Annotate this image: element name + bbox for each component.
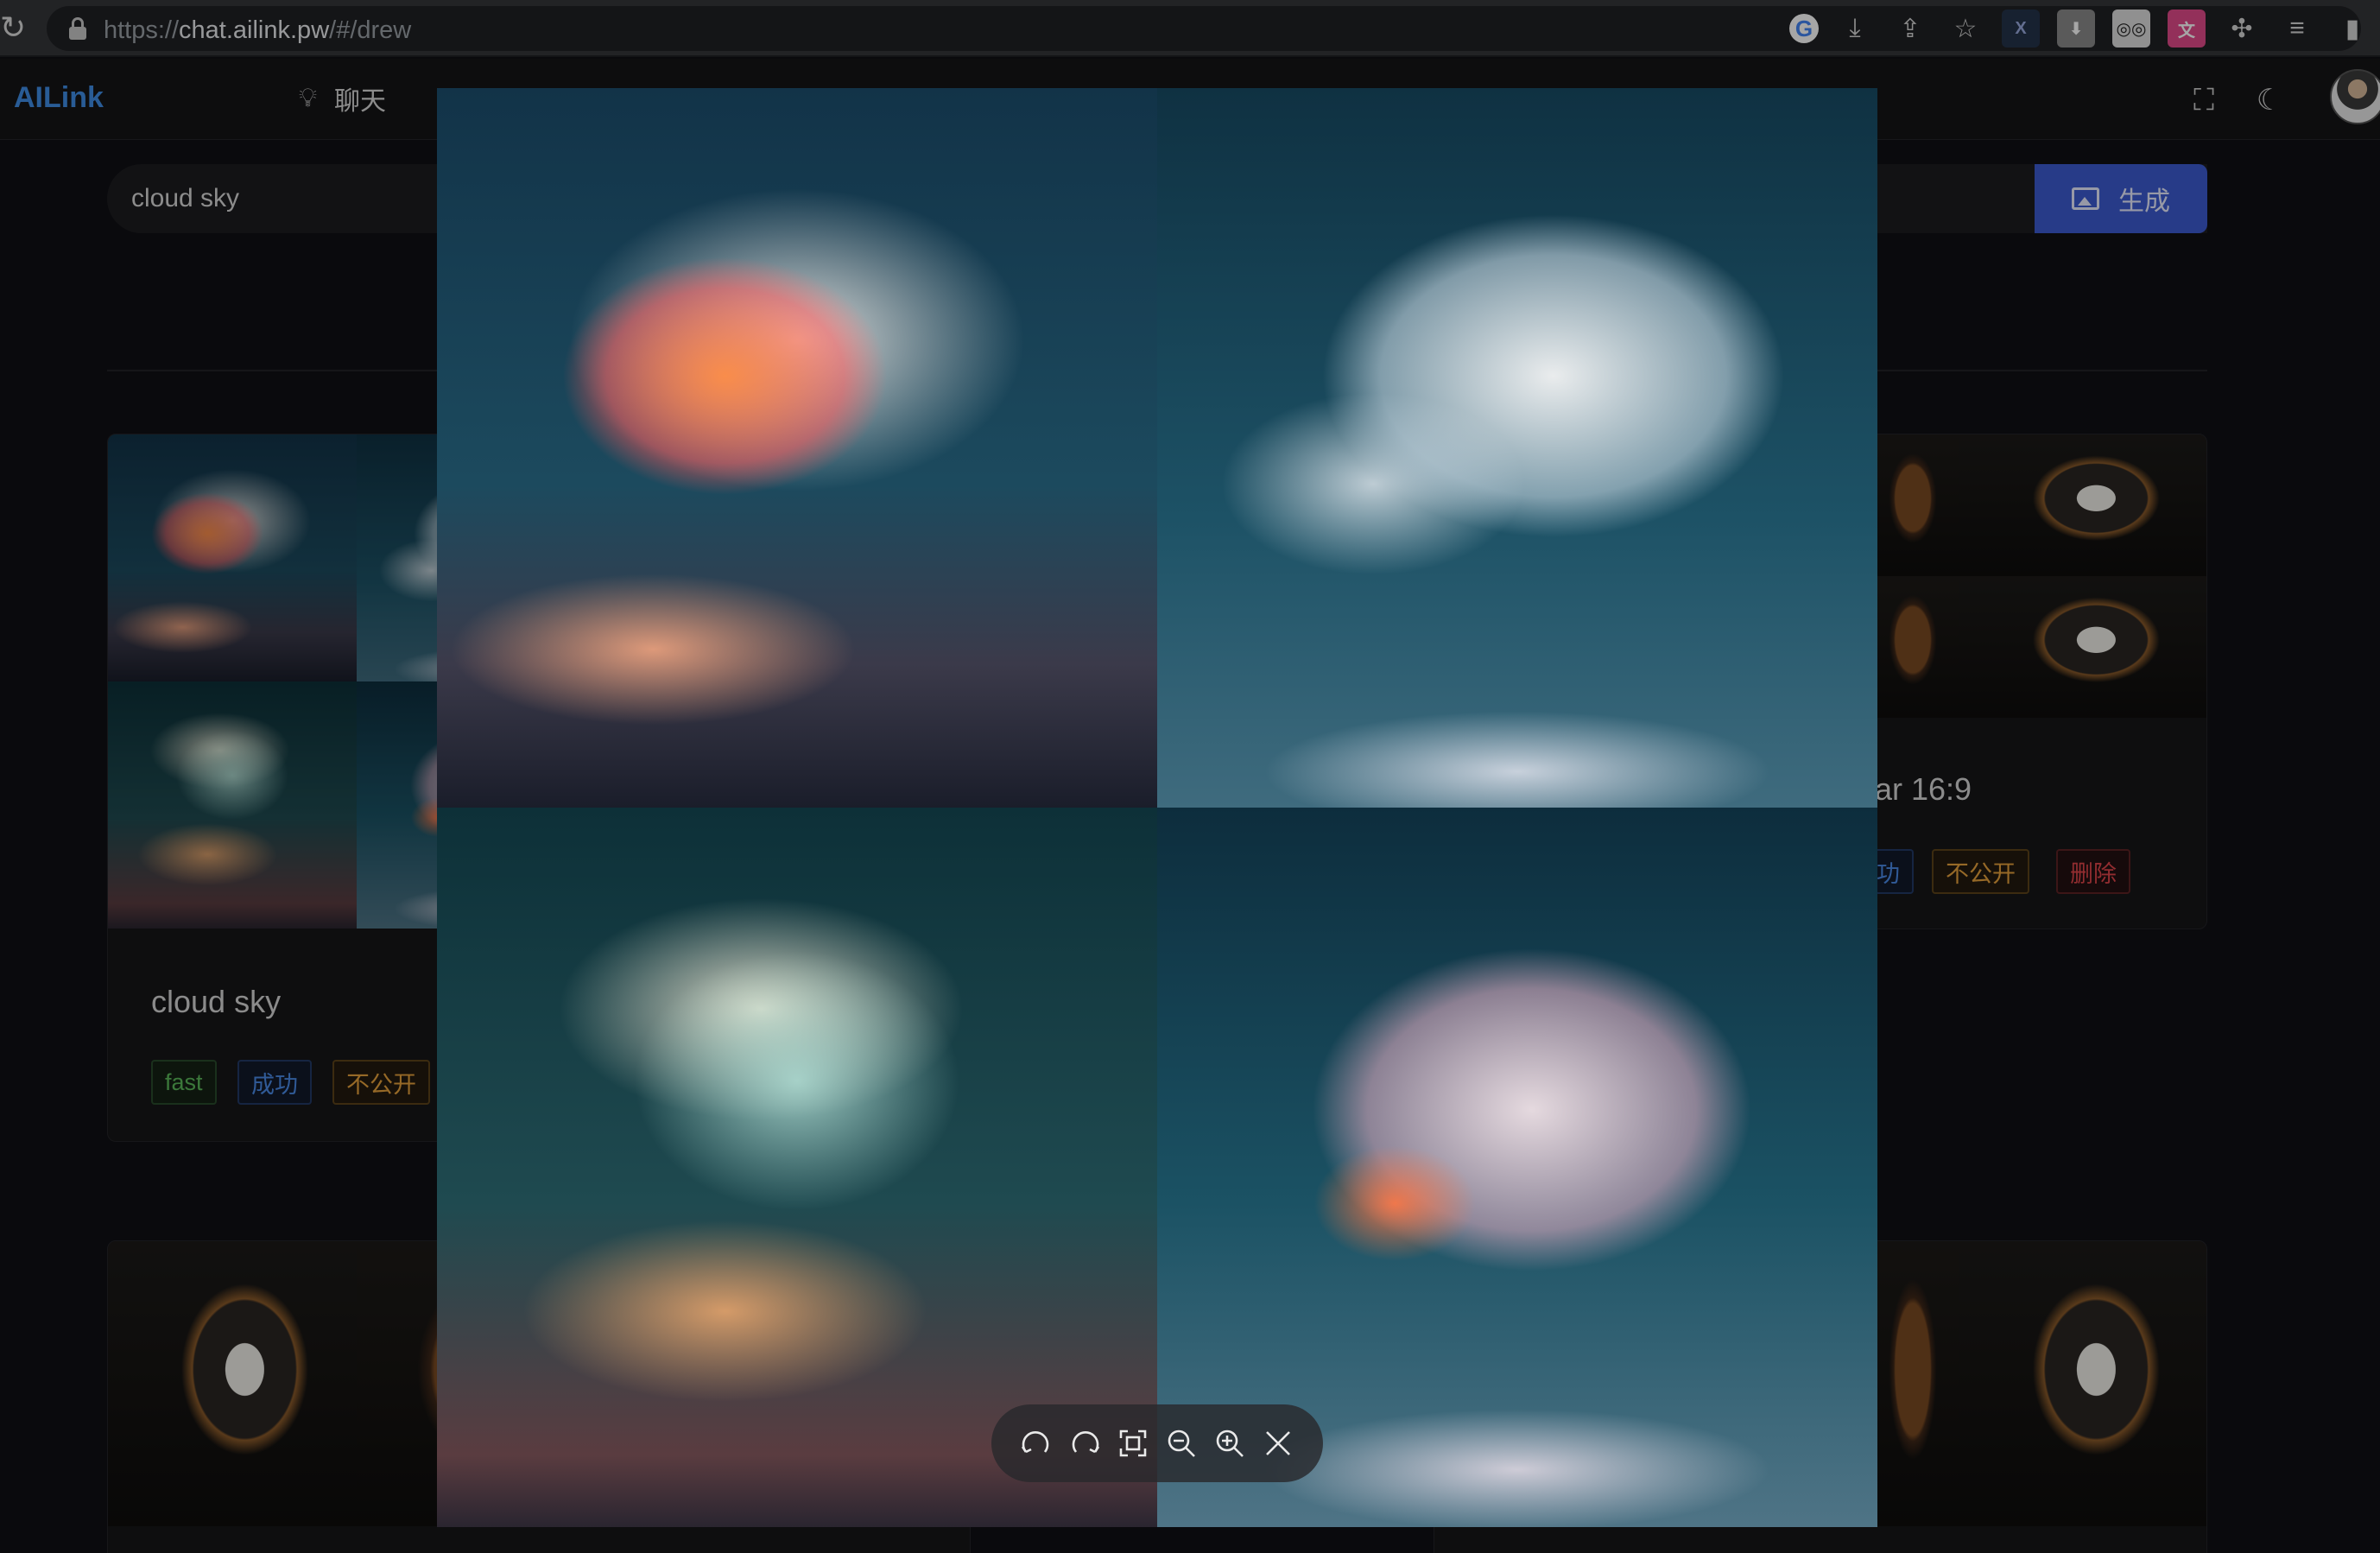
preview-image-2	[1157, 88, 1877, 808]
preview-image-1	[437, 88, 1157, 808]
zoom-in-icon[interactable]	[1212, 1425, 1248, 1461]
rotate-left-icon[interactable]	[1018, 1425, 1054, 1461]
zoom-out-icon[interactable]	[1163, 1425, 1199, 1461]
rotate-right-icon[interactable]	[1067, 1425, 1103, 1461]
app-root: ↻ https://chat.ailink.pw/#/drew G ⤓ ⇪ ☆ …	[0, 0, 2380, 1553]
close-icon[interactable]	[1260, 1425, 1296, 1461]
viewer-toolbar	[991, 1404, 1323, 1482]
fit-icon[interactable]	[1115, 1425, 1151, 1461]
image-preview[interactable]	[437, 88, 1877, 1527]
